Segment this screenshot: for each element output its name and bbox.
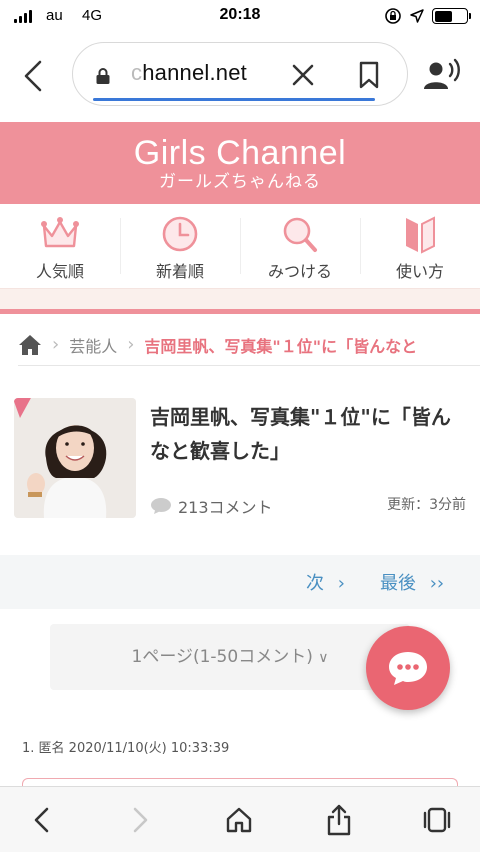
- url-faded-text: c: [131, 60, 143, 85]
- breadcrumb-current: 吉岡里帆、写真集"１位"に「皆んなと: [144, 336, 418, 356]
- url-text[interactable]: channel.net: [131, 60, 247, 86]
- topic-thumbnail[interactable]: [14, 398, 136, 518]
- page-load-progress: [93, 98, 375, 101]
- bookmark-icon[interactable]: [357, 61, 381, 89]
- next-page-link[interactable]: 次 ›: [306, 569, 345, 595]
- tab-popular-label: 人気順: [35, 262, 84, 281]
- battery-icon: [432, 8, 471, 24]
- share-icon: [327, 804, 351, 836]
- last-page-link[interactable]: 最後 ››: [380, 569, 444, 595]
- back-icon: [34, 807, 49, 833]
- comment-meta: 1. 匿名 2020/11/10(火) 10:33:39: [22, 741, 230, 756]
- tab-popular[interactable]: 人気順: [0, 204, 120, 288]
- chevron-down-icon: ∨: [318, 650, 329, 666]
- address-bar[interactable]: channel.net: [72, 42, 408, 106]
- chevron-right-icon: ›: [52, 334, 60, 355]
- tab-howto[interactable]: 使い方: [360, 204, 480, 288]
- breadcrumb: › 芸能人 › 吉岡里帆、写真集"１位"に「皆んなと: [18, 324, 480, 366]
- home-icon: [226, 807, 252, 833]
- back-button[interactable]: [24, 803, 58, 837]
- chevron-right-icon: ›: [337, 573, 345, 594]
- tabs-button[interactable]: [420, 803, 454, 837]
- category-nav: 人気順 新着順 みつける 使い方: [0, 204, 480, 288]
- home-icon[interactable]: [18, 334, 42, 356]
- tab-search[interactable]: みつける: [240, 204, 360, 288]
- breadcrumb-category[interactable]: 芸能人: [69, 333, 117, 357]
- url-domain-text: hannel.net: [142, 60, 247, 85]
- search-icon: [283, 217, 317, 252]
- site-header[interactable]: Girls Channel ガールズちゃんねる: [0, 122, 480, 204]
- site-logo[interactable]: Girls Channel: [0, 134, 480, 172]
- voice-icon[interactable]: [422, 58, 462, 94]
- topic-thumbnail-image: [14, 398, 136, 518]
- pager: 次 › 最後 ››: [0, 555, 480, 609]
- last-page-label: 最後: [380, 573, 416, 594]
- clock-icon: [162, 216, 198, 252]
- tab-new-label: 新着順: [155, 262, 204, 281]
- book-icon: [406, 216, 435, 254]
- home-button[interactable]: [222, 803, 256, 837]
- status-bar: au 4G 20:18: [0, 0, 480, 34]
- forward-icon: [133, 807, 148, 833]
- updated-time: 更新：3分前: [387, 497, 466, 513]
- nav-divider-band: [0, 288, 480, 314]
- browser-toolbar: channel.net: [0, 38, 480, 114]
- share-button[interactable]: [322, 803, 356, 837]
- next-page-label: 次: [306, 573, 324, 594]
- topic-title: 吉岡里帆、写真集"１位"に「皆んなと歓喜した」: [150, 405, 451, 463]
- comment-count[interactable]: 213コメント: [150, 494, 273, 518]
- clear-icon[interactable]: [291, 63, 315, 87]
- browser-bottom-toolbar: [0, 786, 480, 852]
- back-icon[interactable]: [18, 58, 48, 94]
- chat-icon: [389, 652, 427, 685]
- double-chevron-right-icon: ››: [429, 573, 445, 594]
- topic-header: 吉岡里帆、写真集"１位"に「皆んなと歓喜した」 213コメント 更新：3分前: [14, 398, 470, 528]
- speech-bubble-icon: [151, 498, 171, 514]
- location-icon: [410, 9, 424, 23]
- tab-search-label: みつける: [267, 262, 332, 281]
- page-select[interactable]: 1ページ(1-50コメント) ∨: [50, 624, 410, 690]
- page-select-value: 1ページ(1-50コメント): [131, 647, 313, 667]
- chevron-right-icon: ›: [127, 334, 135, 355]
- tab-howto-label: 使い方: [395, 262, 444, 281]
- write-comment-button[interactable]: [366, 626, 450, 710]
- tab-new[interactable]: 新着順: [120, 204, 240, 288]
- rotation-lock-icon: [385, 8, 401, 24]
- tabs-icon: [423, 807, 451, 833]
- forward-button[interactable]: [124, 803, 158, 837]
- lock-icon: [96, 68, 110, 84]
- comment-count-text: 213コメント: [178, 498, 273, 517]
- site-logo-subtitle: ガールズちゃんねる: [159, 172, 321, 192]
- crown-icon: [41, 217, 79, 248]
